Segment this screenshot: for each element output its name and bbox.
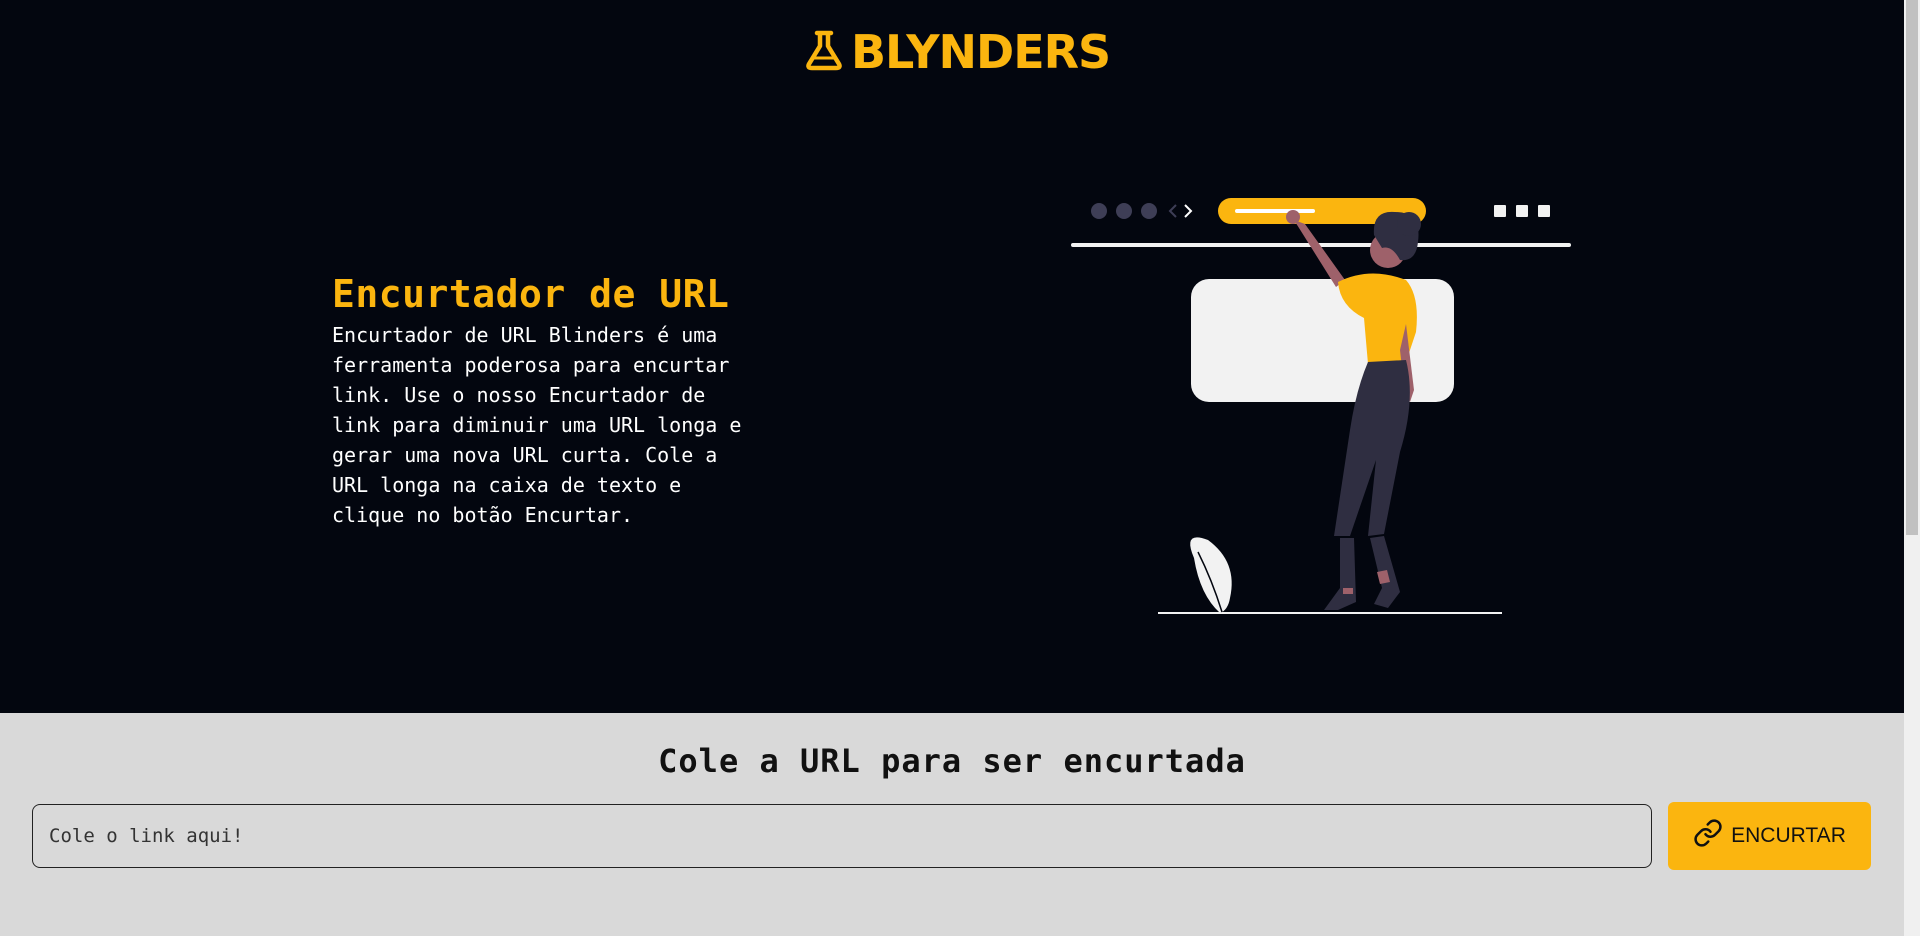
shorten-button-label: ENCURTAR [1731, 824, 1846, 847]
page-title: Encurtador de URL [332, 272, 730, 316]
leaf-plant [1190, 537, 1232, 613]
window-controls [1494, 205, 1550, 217]
intro-description: Encurtador de URL Blinders é uma ferrame… [332, 323, 742, 527]
browser-dots [1091, 203, 1157, 219]
url-input[interactable] [32, 804, 1652, 868]
person-figure [1286, 210, 1421, 610]
intro-section: Encurtador de URL Encurtador de URL Blin… [332, 272, 762, 530]
illustration [1071, 198, 1571, 614]
flask-icon [803, 28, 847, 76]
form-title: Cole a URL para ser encurtada [658, 742, 1246, 780]
link-icon [1693, 818, 1723, 854]
logo-text: BLYNDERS [851, 25, 1111, 79]
shorten-button[interactable]: ENCURTAR [1668, 802, 1871, 870]
logo[interactable]: BLYNDERS [803, 25, 1111, 79]
scrollbar-thumb[interactable] [1906, 0, 1918, 535]
hero-section: BLYNDERS Encurtador de URL Encurtador de… [0, 0, 1904, 713]
